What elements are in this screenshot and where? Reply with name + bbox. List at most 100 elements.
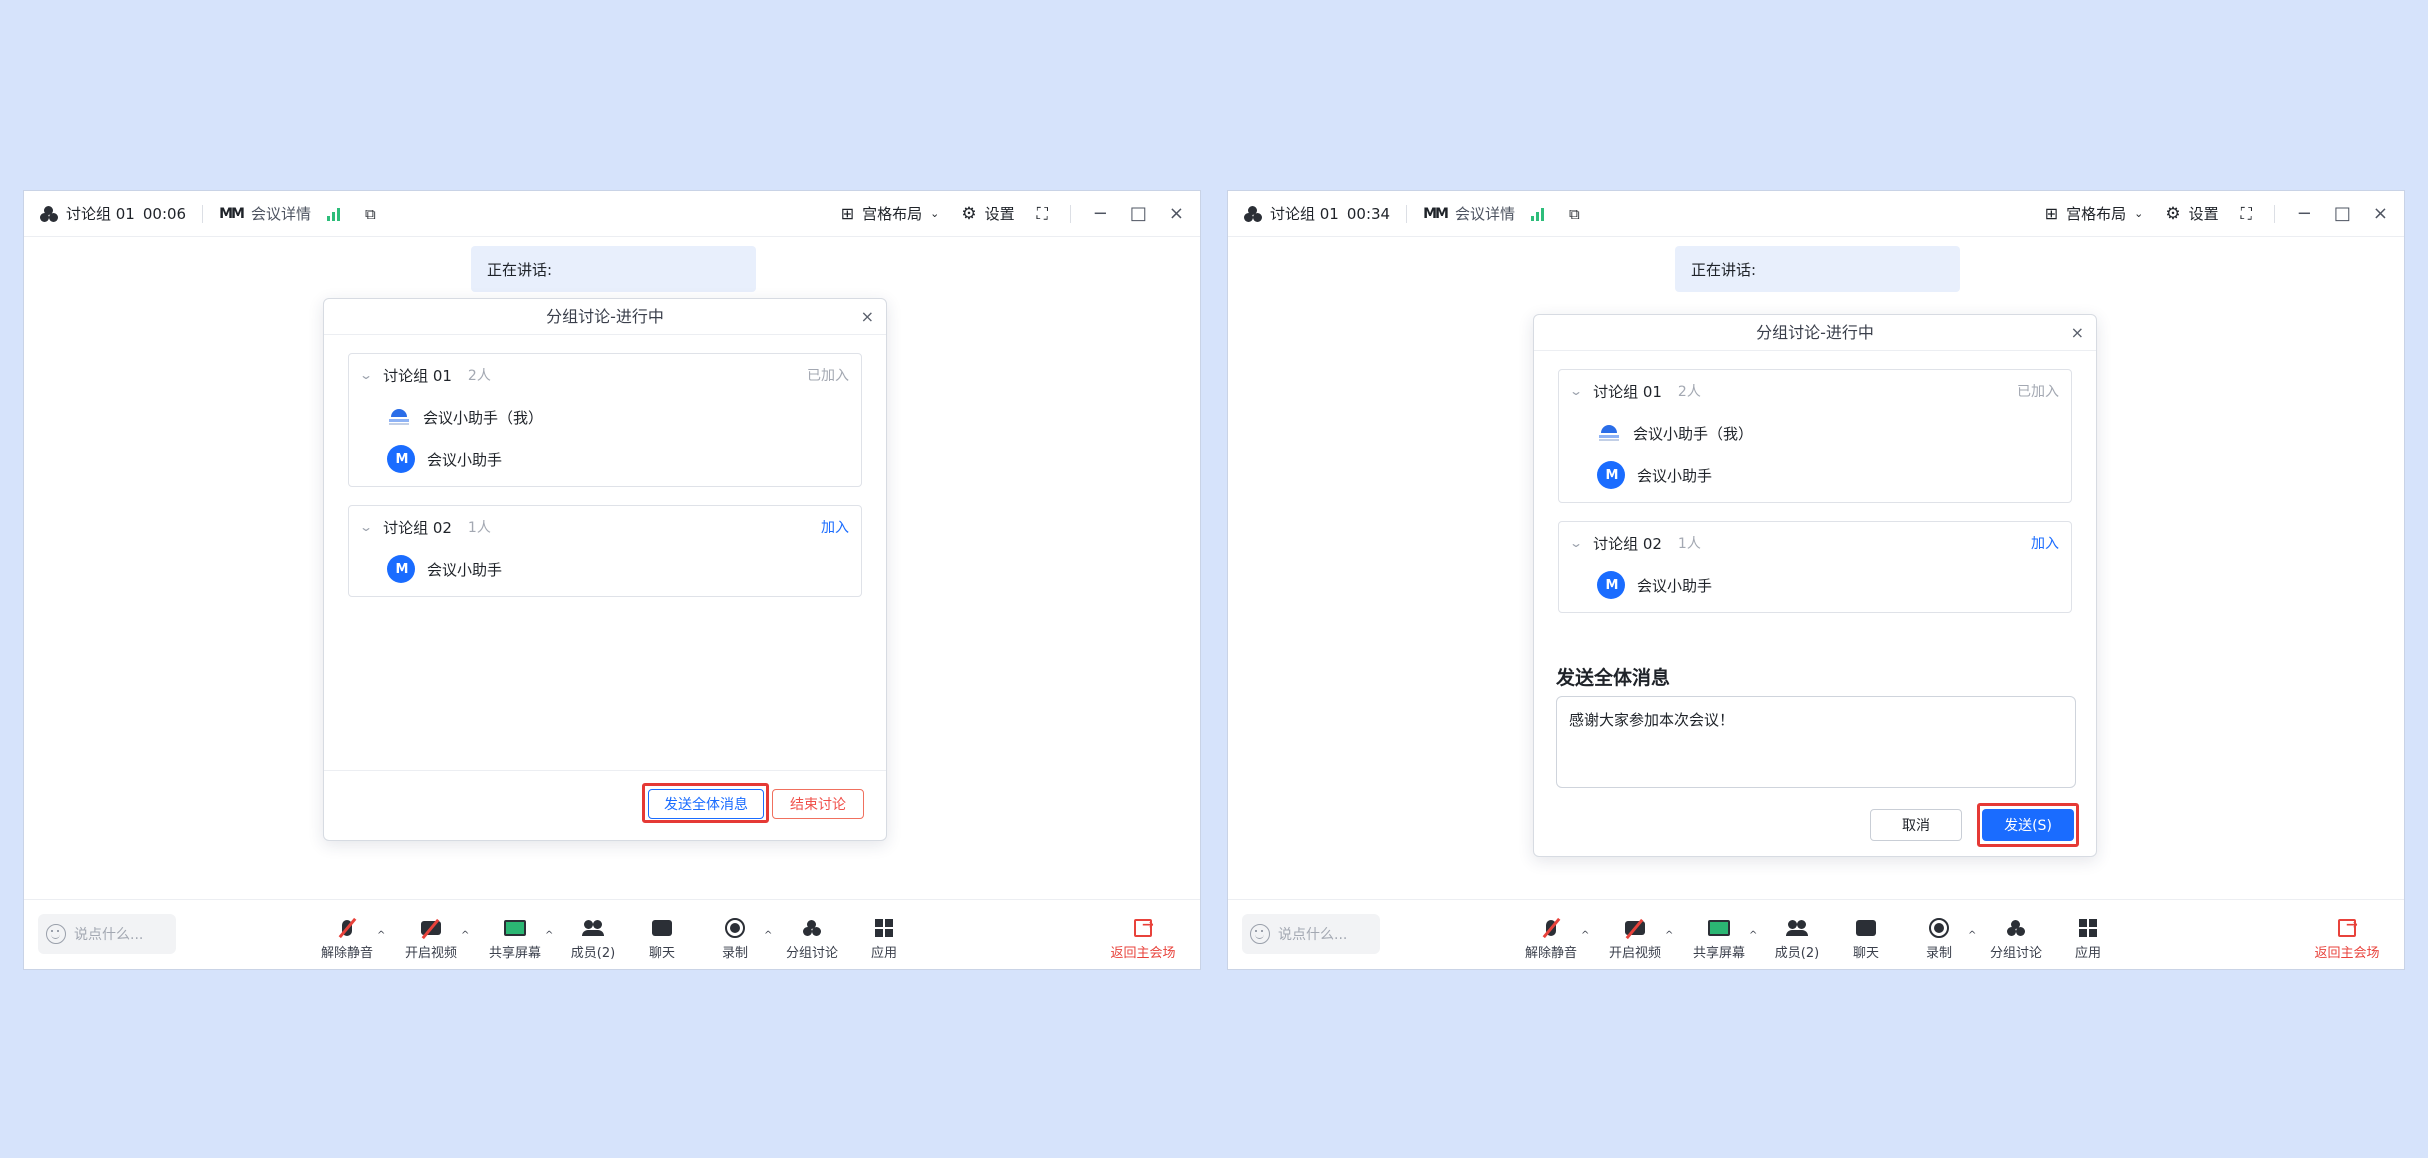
mic-muted-icon xyxy=(1542,917,1561,939)
share-screen-button[interactable]: 共享屏幕 xyxy=(480,916,550,961)
start-video-button[interactable]: 开启视频 xyxy=(396,916,466,961)
group-header[interactable]: ⌄ 讨论组 01 2人 已加入 xyxy=(1559,370,2071,412)
settings-button[interactable]: ⚙ 设置 xyxy=(2165,203,2218,224)
meeting-details-label: 会议详情 xyxy=(250,205,311,223)
meeting-timer: 00:06 xyxy=(142,204,187,223)
caret-up-icon[interactable]: ^ xyxy=(1665,930,1673,941)
network-signal-icon[interactable] xyxy=(326,207,343,221)
chevron-down-icon: ⌄ xyxy=(930,207,940,220)
grid-layout-icon: ⊞ xyxy=(2044,204,2059,223)
group-header[interactable]: ⌄ 讨论组 02 1人 加入 xyxy=(1559,522,2071,564)
minimize-icon[interactable]: − xyxy=(1093,203,1108,224)
members-button[interactable]: 成员(2) xyxy=(558,916,628,961)
start-video-button[interactable]: 开启视频 xyxy=(1600,916,1670,961)
member-name: 会议小助手 xyxy=(1637,466,1713,485)
caret-up-icon[interactable]: ^ xyxy=(764,930,772,941)
tool-label: 聊天 xyxy=(648,946,675,961)
join-group-button[interactable]: 加入 xyxy=(821,517,849,537)
caret-up-icon[interactable]: ^ xyxy=(1581,930,1589,941)
member-count: 1人 xyxy=(1677,536,1701,552)
breakout-group: ⌄ 讨论组 02 1人 加入 M 会议小助手 xyxy=(1558,521,2072,613)
close-icon[interactable]: × xyxy=(861,299,874,335)
members-button[interactable]: 成员(2) xyxy=(1762,916,1832,961)
broadcast-message-input[interactable]: 感谢大家参加本次会议！ xyxy=(1556,696,2076,788)
close-icon[interactable]: × xyxy=(2071,315,2084,351)
record-button[interactable]: 录制 xyxy=(1904,916,1974,961)
members-icon xyxy=(582,920,604,936)
chevron-down-icon[interactable]: ⌄ xyxy=(1569,536,1583,550)
group-title: 讨论组 01 xyxy=(383,366,452,385)
caret-up-icon[interactable]: ^ xyxy=(461,930,469,941)
apps-icon xyxy=(2079,919,2097,937)
return-main-room-button[interactable]: 返回主会场 xyxy=(2312,916,2382,961)
layout-button[interactable]: ⊞ 宫格布局 ⌄ xyxy=(2045,203,2144,224)
caret-up-icon[interactable]: ^ xyxy=(377,930,385,941)
tool-label: 聊天 xyxy=(1852,946,1879,961)
layout-label: 宫格布局 xyxy=(862,205,923,223)
end-discussion-button[interactable]: 结束讨论 xyxy=(772,789,864,819)
camera-off-icon xyxy=(1625,918,1645,940)
cancel-button[interactable]: 取消 xyxy=(1870,809,1962,841)
meeting-details-label: 会议详情 xyxy=(1454,205,1515,223)
broadcast-message-button[interactable]: 发送全体消息 xyxy=(648,789,764,819)
apps-button[interactable]: 应用 xyxy=(849,916,919,961)
meeting-timer: 00:34 xyxy=(1346,204,1391,223)
chat-icon xyxy=(1856,920,1876,936)
group-title: 讨论组 02 xyxy=(1593,534,1662,553)
settings-button[interactable]: ⚙ 设置 xyxy=(961,203,1014,224)
settings-label: 设置 xyxy=(2188,205,2219,223)
fullscreen-icon[interactable]: ⛶ xyxy=(2241,204,2252,224)
grid-layout-icon: ⊞ xyxy=(840,204,855,223)
member-count: 2人 xyxy=(1677,384,1701,400)
external-link-icon[interactable]: ⧉ xyxy=(1569,205,1580,223)
meeting-window-left: 讨论组 01 00:06 MM 会议详情 ⧉ ⊞ 宫格布局 ⌄ ⚙ 设置 ⛶ − xyxy=(23,190,1201,970)
chat-button[interactable]: 聊天 xyxy=(627,916,697,961)
group-title: 讨论组 01 xyxy=(1593,382,1662,401)
camera-off-icon xyxy=(421,918,441,940)
unmute-button[interactable]: 解除静音 xyxy=(312,916,382,961)
chevron-down-icon[interactable]: ⌄ xyxy=(1569,384,1583,398)
record-icon xyxy=(725,918,745,938)
send-button[interactable]: 发送(S) xyxy=(1982,809,2074,841)
maximize-icon[interactable]: □ xyxy=(1130,203,1147,224)
tool-label: 开启视频 xyxy=(1608,946,1661,961)
caret-up-icon[interactable]: ^ xyxy=(1968,930,1976,941)
close-icon[interactable]: × xyxy=(2373,203,2388,224)
title-divider xyxy=(1406,204,1408,223)
breakout-group-icon xyxy=(2007,920,2025,936)
chevron-down-icon[interactable]: ⌄ xyxy=(359,368,373,382)
breakout-button[interactable]: 分组讨论 xyxy=(777,916,847,961)
member-name: 会议小助手 xyxy=(427,560,503,579)
caret-up-icon[interactable]: ^ xyxy=(545,930,553,941)
network-signal-icon[interactable] xyxy=(1530,207,1547,221)
caret-up-icon[interactable]: ^ xyxy=(1749,930,1757,941)
minimize-icon[interactable]: − xyxy=(2297,203,2312,224)
title-divider xyxy=(1069,204,1071,223)
fullscreen-icon[interactable]: ⛶ xyxy=(1037,204,1048,224)
meeting-logo-icon: MM xyxy=(1423,205,1449,222)
record-button[interactable]: 录制 xyxy=(700,916,770,961)
speaking-indicator: 正在讲话: xyxy=(471,246,756,292)
breakout-group: ⌄ 讨论组 02 1人 加入 M 会议小助手 xyxy=(348,505,862,597)
tool-label: 解除静音 xyxy=(1524,946,1577,961)
return-main-room-button[interactable]: 返回主会场 xyxy=(1108,916,1178,961)
meeting-details-button[interactable]: MM 会议详情 ⧉ xyxy=(219,203,376,224)
chevron-down-icon[interactable]: ⌄ xyxy=(359,520,373,534)
unmute-button[interactable]: 解除静音 xyxy=(1516,916,1586,961)
apps-button[interactable]: 应用 xyxy=(2053,916,2123,961)
chat-button[interactable]: 聊天 xyxy=(1831,916,1901,961)
join-group-button[interactable]: 加入 xyxy=(2031,533,2059,553)
close-icon[interactable]: × xyxy=(1169,203,1184,224)
dialog-title: 分组讨论-进行中 xyxy=(546,307,664,326)
breakout-button[interactable]: 分组讨论 xyxy=(1981,916,2051,961)
share-screen-button[interactable]: 共享屏幕 xyxy=(1684,916,1754,961)
record-icon xyxy=(1929,918,1949,938)
group-header[interactable]: ⌄ 讨论组 02 1人 加入 xyxy=(349,506,861,548)
group-header[interactable]: ⌄ 讨论组 01 2人 已加入 xyxy=(349,354,861,396)
share-screen-icon xyxy=(504,920,526,936)
meeting-details-button[interactable]: MM 会议详情 ⧉ xyxy=(1423,203,1580,224)
external-link-icon[interactable]: ⧉ xyxy=(365,205,376,223)
maximize-icon[interactable]: □ xyxy=(2334,203,2351,224)
layout-button[interactable]: ⊞ 宫格布局 ⌄ xyxy=(841,203,940,224)
breakout-group: ⌄ 讨论组 01 2人 已加入 会议小助手（我） M 会议小助手 xyxy=(1558,369,2072,503)
